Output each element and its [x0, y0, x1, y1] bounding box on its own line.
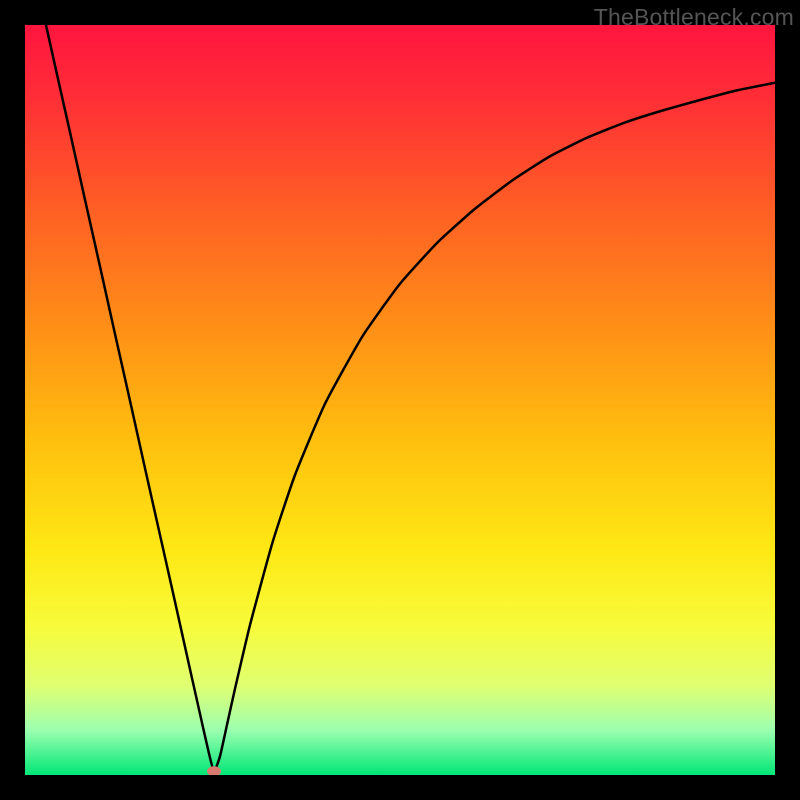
chart-background: [25, 25, 775, 775]
chart-svg: [25, 25, 775, 775]
chart-frame: [25, 25, 775, 775]
watermark-text: TheBottleneck.com: [594, 4, 794, 31]
